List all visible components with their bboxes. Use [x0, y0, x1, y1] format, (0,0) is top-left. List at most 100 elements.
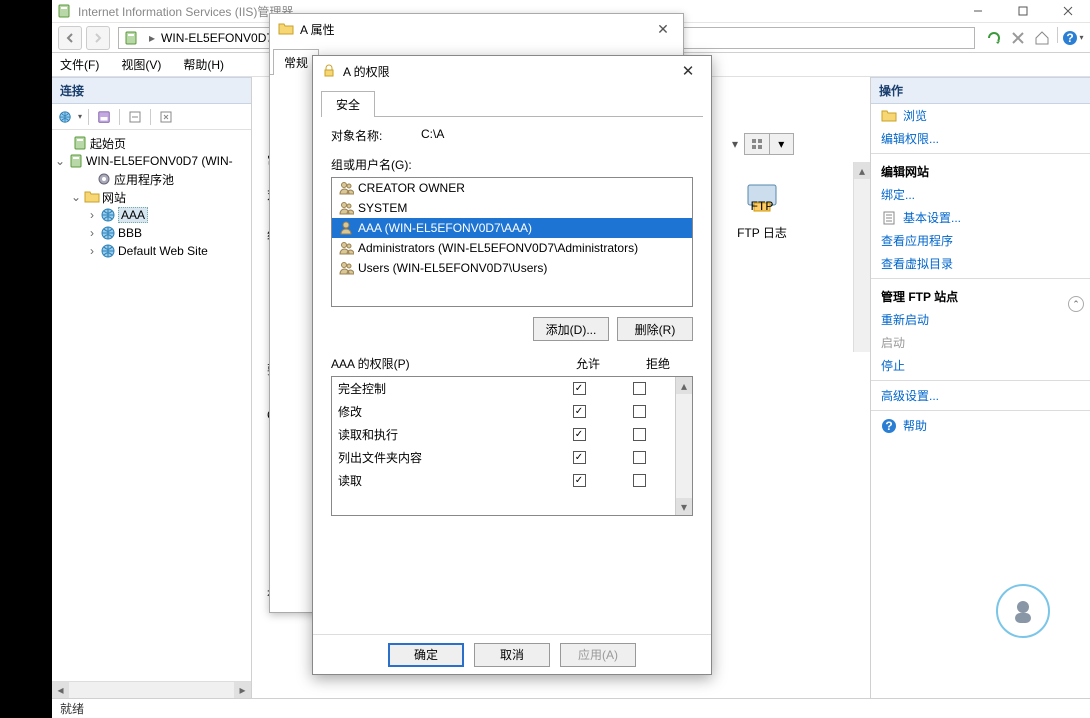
tree-node-apppool[interactable]: 应用程序池 [54, 170, 249, 188]
gear-icon [96, 171, 112, 187]
help-button[interactable]: ▾ [1062, 27, 1084, 49]
remove-button[interactable]: 删除(R) [617, 317, 693, 341]
watermark-icon [996, 584, 1050, 638]
tree-node-default[interactable]: ›Default Web Site [54, 242, 249, 260]
group-item-selected[interactable]: AAA (WIN-EL5EFONV0D7\AAA) [332, 218, 692, 238]
connections-panel: 连接 ▾ 起始页 ⌄WIN-EL5EFONV0D7 (WIN- 应用程序池 ⌄网… [52, 77, 252, 698]
permissions-list: 完全控制✓ 修改✓ 读取和执行✓ 列出文件夹内容✓ 读取✓ ▴▾ [331, 376, 693, 516]
permissions-dialog: A 的权限 ✕ 安全 对象名称: C:\A 组或用户名(G): CREATOR … [312, 55, 712, 675]
permission-row: 列出文件夹内容✓ [332, 446, 675, 469]
deny-checkbox[interactable] [633, 428, 646, 441]
panel-header: 操作 [871, 77, 1090, 104]
action-view-applications[interactable]: 查看应用程序 [871, 229, 1090, 252]
breadcrumb-item[interactable]: WIN-EL5EFONV0D7 [161, 31, 273, 45]
action-start: 启动 [871, 331, 1090, 354]
action-header: 管理 FTP 站点 [871, 282, 1090, 308]
deny-checkbox[interactable] [633, 382, 646, 395]
globe-icon [100, 225, 116, 241]
deny-checkbox[interactable] [633, 405, 646, 418]
action-edit-permissions[interactable]: 编辑权限... [871, 127, 1090, 150]
allow-checkbox[interactable]: ✓ [573, 428, 586, 441]
action-bindings[interactable]: 绑定... [871, 183, 1090, 206]
dialog-title: A 的权限 [343, 63, 390, 80]
content-scrollbar[interactable]: ▴ [853, 162, 870, 352]
close-icon[interactable]: ✕ [651, 21, 675, 38]
menu-file[interactable]: 文件(F) [60, 56, 99, 73]
action-stop[interactable]: 停止 [871, 354, 1090, 377]
action-view-vdirs[interactable]: 查看虚拟目录 [871, 252, 1090, 275]
permissions-label: AAA 的权限(P) [331, 355, 553, 372]
iis-icon [56, 3, 72, 19]
doc-icon [881, 210, 897, 226]
save-button[interactable] [95, 108, 113, 126]
close-button[interactable]: ✕ [673, 60, 703, 82]
back-button[interactable] [58, 26, 82, 50]
globe-icon [100, 207, 116, 223]
collapse-button[interactable]: ⌃ [1068, 296, 1084, 312]
group-item[interactable]: Users (WIN-EL5EFONV0D7\Users) [332, 258, 692, 278]
tree-node-sites[interactable]: ⌄网站 [54, 188, 249, 206]
status-text: 就绪 [60, 700, 84, 717]
perm-scrollbar[interactable]: ▴▾ [675, 377, 692, 515]
start-page-icon [72, 135, 88, 151]
tree-scrollbar[interactable]: ◂▸ [52, 681, 251, 698]
add-button[interactable]: 添加(D)... [533, 317, 609, 341]
user-icon [338, 220, 354, 236]
help-icon [881, 418, 897, 434]
status-bar: 就绪 [52, 698, 1090, 718]
groups-label: 组或用户名(G): [331, 156, 693, 173]
delete-button[interactable] [157, 108, 175, 126]
action-basic-settings[interactable]: 基本设置... [871, 206, 1090, 229]
refresh-button[interactable] [983, 27, 1005, 49]
menu-help[interactable]: 帮助(H) [183, 56, 224, 73]
users-icon [338, 200, 354, 216]
folder-icon [881, 108, 897, 124]
action-browse[interactable]: 浏览 [871, 104, 1090, 127]
deny-checkbox[interactable] [633, 474, 646, 487]
ftp-log-tile[interactable]: FTP 日志 [722, 177, 802, 241]
allow-checkbox[interactable]: ✓ [573, 474, 586, 487]
tree-node-server[interactable]: ⌄WIN-EL5EFONV0D7 (WIN- [54, 152, 249, 170]
tab-security[interactable]: 安全 [321, 91, 375, 117]
tree-node-aaa[interactable]: ›AAA [54, 206, 249, 224]
home-button[interactable] [1031, 27, 1053, 49]
permission-row: 读取✓ [332, 469, 675, 492]
forward-button[interactable] [86, 26, 110, 50]
view-switcher[interactable]: ▾ [744, 133, 794, 155]
deny-checkbox[interactable] [633, 451, 646, 464]
cancel-button[interactable]: 取消 [474, 643, 550, 667]
action-restart[interactable]: 重新启动 [871, 308, 1090, 331]
tree-node-bbb[interactable]: ›BBB [54, 224, 249, 242]
server-icon [123, 30, 139, 46]
allow-checkbox[interactable]: ✓ [573, 405, 586, 418]
close-button[interactable] [1045, 0, 1090, 22]
chevron-right-icon: ▸ [149, 31, 155, 45]
tree-node-start[interactable]: 起始页 [54, 134, 249, 152]
users-icon [338, 240, 354, 256]
groups-listbox[interactable]: CREATOR OWNER SYSTEM AAA (WIN-EL5EFONV0D… [331, 177, 693, 307]
window-title: Internet Information Services (IIS)管理器 [78, 3, 293, 20]
allow-checkbox[interactable]: ✓ [573, 451, 586, 464]
permission-row: 修改✓ [332, 400, 675, 423]
application-window: Internet Information Services (IIS)管理器 ▸… [52, 0, 1090, 718]
object-name-value: C:\A [421, 127, 444, 144]
action-help[interactable]: 帮助 [871, 414, 1090, 437]
connections-toolbar: ▾ [52, 104, 251, 130]
maximize-button[interactable] [1000, 0, 1045, 22]
connections-tree: 起始页 ⌄WIN-EL5EFONV0D7 (WIN- 应用程序池 ⌄网站 ›AA… [52, 130, 251, 681]
group-item[interactable]: SYSTEM [332, 198, 692, 218]
allow-checkbox[interactable]: ✓ [573, 382, 586, 395]
minimize-button[interactable] [955, 0, 1000, 22]
group-item[interactable]: Administrators (WIN-EL5EFONV0D7\Administ… [332, 238, 692, 258]
users-icon [338, 260, 354, 276]
stop-button[interactable] [1007, 27, 1029, 49]
allow-column: 允许 [553, 355, 623, 372]
group-item[interactable]: CREATOR OWNER [332, 178, 692, 198]
ok-button[interactable]: 确定 [388, 643, 464, 667]
action-advanced[interactable]: 高级设置... [871, 384, 1090, 407]
up-button[interactable] [126, 108, 144, 126]
folder-icon [278, 21, 294, 37]
dialog-title: A 属性 [300, 21, 335, 38]
connect-button[interactable] [56, 108, 74, 126]
menu-view[interactable]: 视图(V) [121, 56, 161, 73]
